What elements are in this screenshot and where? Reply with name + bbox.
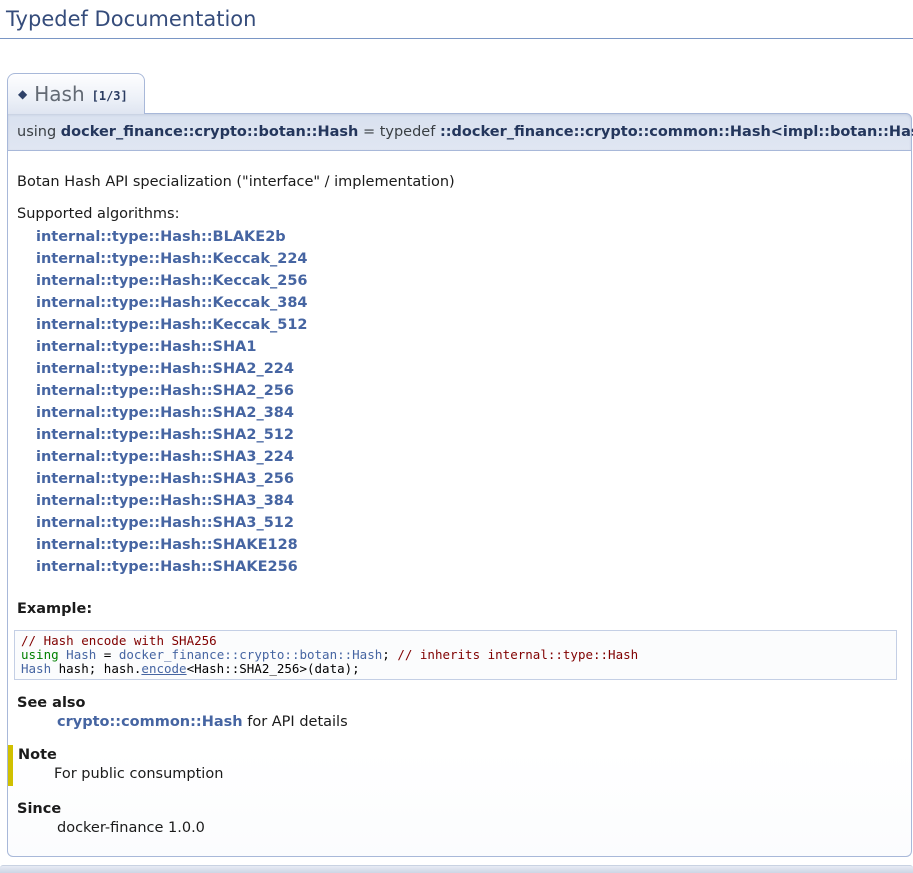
declaration-middle: = typedef [358, 124, 440, 140]
algorithm-link[interactable]: internal::type::Hash::Keccak_256 [36, 270, 901, 292]
algorithm-link[interactable]: internal::type::Hash::SHA2_224 [36, 358, 901, 380]
algorithm-link[interactable]: internal::type::Hash::SHA3_512 [36, 512, 901, 534]
code-link[interactable]: encode [141, 661, 186, 676]
see-also-label: See also [17, 695, 901, 711]
code-line: // Hash encode with SHA256 [21, 634, 890, 648]
note-label: Note [18, 747, 901, 763]
code-token: // inherits internal::type::Hash [397, 647, 638, 662]
example-label: Example: [17, 601, 901, 617]
member-description: Botan Hash API specialization ("interfac… [17, 174, 901, 190]
code-token: = [96, 647, 119, 662]
since-text: docker-finance 1.0.0 [57, 820, 901, 836]
algorithm-list: internal::type::Hash::BLAKE2binternal::t… [17, 226, 901, 578]
code-link[interactable]: Hash [66, 647, 96, 662]
code-token: ; [382, 647, 397, 662]
algorithm-link[interactable]: internal::type::Hash::BLAKE2b [36, 226, 901, 248]
algorithm-link[interactable]: internal::type::Hash::Keccak_512 [36, 314, 901, 336]
declaration-name: docker_finance::crypto::botan::Hash [61, 124, 359, 140]
code-link[interactable]: docker_finance::crypto::botan::Hash [119, 647, 382, 662]
algorithm-link[interactable]: internal::type::Hash::SHA3_384 [36, 490, 901, 512]
member-tab: ◆ Hash [1/3] [7, 73, 145, 114]
algorithm-link[interactable]: internal::type::Hash::SHA2_256 [36, 380, 901, 402]
note-section: Note For public consumption [8, 745, 901, 786]
since-section: Since docker-finance 1.0.0 [17, 801, 901, 836]
algorithm-link[interactable]: internal::type::Hash::SHAKE256 [36, 556, 901, 578]
declaration-type: ::docker_finance::crypto::common::Hash<i… [440, 124, 913, 140]
typedef-documentation-page: Typedef Documentation ◆ Hash [1/3] using d… [0, 0, 913, 873]
code-token: <Hash::SHA2_256>(data); [187, 661, 360, 676]
since-label: Since [17, 801, 901, 817]
code-block: // Hash encode with SHA256using Hash = d… [14, 630, 897, 680]
algorithm-link[interactable]: internal::type::Hash::Keccak_224 [36, 248, 901, 270]
algorithm-link[interactable]: internal::type::Hash::Keccak_384 [36, 292, 901, 314]
algorithm-link[interactable]: internal::type::Hash::SHA1 [36, 336, 901, 358]
algorithm-link[interactable]: internal::type::Hash::SHA3_256 [36, 468, 901, 490]
code-token: hash; hash. [51, 661, 141, 676]
code-line: Hash hash; hash.encode<Hash::SHA2_256>(d… [21, 662, 890, 676]
algorithm-link[interactable]: internal::type::Hash::SHA2_512 [36, 424, 901, 446]
anchor-diamond-icon[interactable]: ◆ [18, 87, 27, 101]
algorithm-link[interactable]: internal::type::Hash::SHAKE128 [36, 534, 901, 556]
see-also-link[interactable]: crypto::common::Hash [57, 714, 243, 730]
member-item: using docker_finance::crypto::botan::Has… [7, 113, 912, 857]
code-token: using [21, 647, 59, 662]
overload-badge: [1/3] [92, 89, 128, 103]
algorithm-link[interactable]: internal::type::Hash::SHA2_384 [36, 402, 901, 424]
member-declaration: using docker_finance::crypto::botan::Has… [7, 113, 912, 151]
code-line: using Hash = docker_finance::crypto::bot… [21, 648, 890, 662]
algorithms-label: Supported algorithms: [17, 206, 901, 222]
see-also-text: for API details [243, 714, 348, 730]
code-token: // Hash encode with SHA256 [21, 633, 217, 648]
footer-bar [0, 865, 913, 873]
declaration-prefix: using [17, 124, 61, 140]
member-name: Hash [34, 82, 84, 106]
code-link[interactable]: Hash [21, 661, 51, 676]
see-also-section: See also crypto::common::Hash for API de… [17, 695, 901, 730]
note-text: For public consumption [54, 766, 901, 782]
page-title: Typedef Documentation [0, 0, 913, 39]
member-documentation: Botan Hash API specialization ("interfac… [7, 151, 912, 857]
algorithm-link[interactable]: internal::type::Hash::SHA3_224 [36, 446, 901, 468]
